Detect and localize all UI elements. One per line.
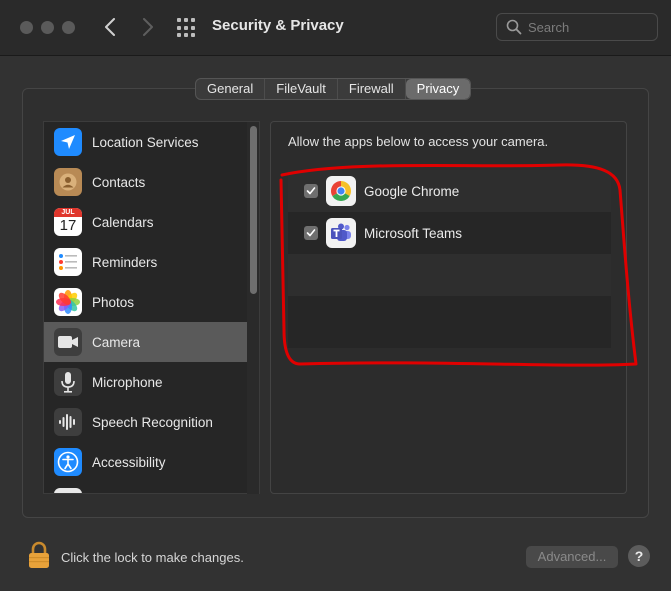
advanced-button[interactable]: Advanced... — [526, 546, 618, 568]
checkmark-icon — [306, 187, 316, 195]
calendar-month: JUL — [54, 208, 82, 217]
tab-firewall[interactable]: Firewall — [338, 79, 406, 99]
sidebar-item-label: Microphone — [92, 374, 163, 390]
show-all-grid-icon[interactable] — [177, 18, 197, 38]
accessibility-icon — [54, 448, 82, 476]
empty-row — [288, 296, 611, 338]
security-privacy-window: Security & Privacy General FileVault Fir… — [0, 0, 671, 591]
reminders-icon — [54, 248, 82, 276]
lock-icon[interactable] — [27, 540, 51, 570]
window-title: Security & Privacy — [212, 17, 344, 34]
sidebar-item-camera[interactable]: Camera — [44, 322, 247, 362]
camera-app-list: Google Chrome Microsoft Teams — [288, 170, 611, 348]
help-button[interactable]: ? — [628, 545, 650, 567]
app-label: Microsoft Teams — [364, 225, 463, 241]
sidebar-item-partial[interactable] — [44, 482, 247, 493]
partial-item-icon — [54, 488, 82, 493]
sidebar-item-speech-recognition[interactable]: Speech Recognition — [44, 402, 247, 442]
empty-row — [288, 254, 611, 296]
sidebar-item-accessibility[interactable]: Accessibility — [44, 442, 247, 482]
calendar-day: 17 — [59, 217, 77, 234]
app-row-microsoft-teams[interactable]: Microsoft Teams — [288, 212, 611, 254]
sidebar-item-label: Accessibility — [92, 454, 166, 470]
location-arrow-icon — [54, 128, 82, 156]
microphone-icon — [54, 368, 82, 396]
sidebar-item-label: Calendars — [92, 214, 154, 230]
tab-general[interactable]: General — [196, 79, 266, 99]
sidebar-item-label: Speech Recognition — [92, 414, 213, 430]
chevron-left-icon — [105, 18, 115, 36]
google-chrome-checkbox[interactable] — [304, 184, 318, 198]
sidebar-item-reminders[interactable]: Reminders — [44, 242, 247, 282]
sidebar-item-label: Location Services — [92, 134, 199, 150]
sidebar-item-calendars[interactable]: JUL 17 Calendars — [44, 202, 247, 242]
teams-icon — [326, 218, 356, 248]
app-label: Google Chrome — [364, 183, 460, 199]
sidebar-scrollbar-thumb[interactable] — [250, 126, 257, 294]
title-bar: Security & Privacy — [0, 0, 671, 56]
tab-bar: General FileVault Firewall Privacy — [195, 78, 472, 100]
camera-access-heading: Allow the apps below to access your came… — [288, 134, 549, 149]
chevron-right-icon — [143, 18, 153, 36]
tab-filevault[interactable]: FileVault — [265, 79, 338, 99]
lock-status-text: Click the lock to make changes. — [61, 550, 244, 565]
calendar-icon: JUL 17 — [54, 208, 82, 236]
tab-privacy[interactable]: Privacy — [405, 79, 471, 99]
back-button[interactable] — [97, 14, 123, 40]
checkmark-icon — [306, 229, 316, 237]
sidebar-item-label: Photos — [92, 294, 135, 310]
sidebar-item-photos[interactable]: Photos — [44, 282, 247, 322]
camera-icon — [54, 328, 82, 356]
zoom-window-button[interactable] — [62, 21, 75, 34]
search-input[interactable] — [528, 19, 648, 35]
sidebar-item-location-services[interactable]: Location Services — [44, 122, 247, 162]
speech-waveform-icon — [54, 408, 82, 436]
microsoft-teams-checkbox[interactable] — [304, 226, 318, 240]
search-icon — [506, 19, 522, 35]
app-row-google-chrome[interactable]: Google Chrome — [288, 170, 611, 212]
chrome-icon — [326, 176, 356, 206]
sidebar-item-label: Camera — [92, 334, 141, 350]
sidebar-item-microphone[interactable]: Microphone — [44, 362, 247, 402]
sidebar-item-label: Contacts — [92, 174, 146, 190]
contacts-icon — [54, 168, 82, 196]
search-field[interactable] — [496, 13, 658, 41]
forward-button[interactable] — [135, 14, 161, 40]
photos-icon — [54, 288, 82, 316]
sidebar-item-label: Reminders — [92, 254, 158, 270]
close-window-button[interactable] — [20, 21, 33, 34]
sidebar-item-contacts[interactable]: Contacts — [44, 162, 247, 202]
minimize-window-button[interactable] — [41, 21, 54, 34]
privacy-category-list: Location Services Contacts JUL 17 Calend… — [43, 121, 260, 494]
